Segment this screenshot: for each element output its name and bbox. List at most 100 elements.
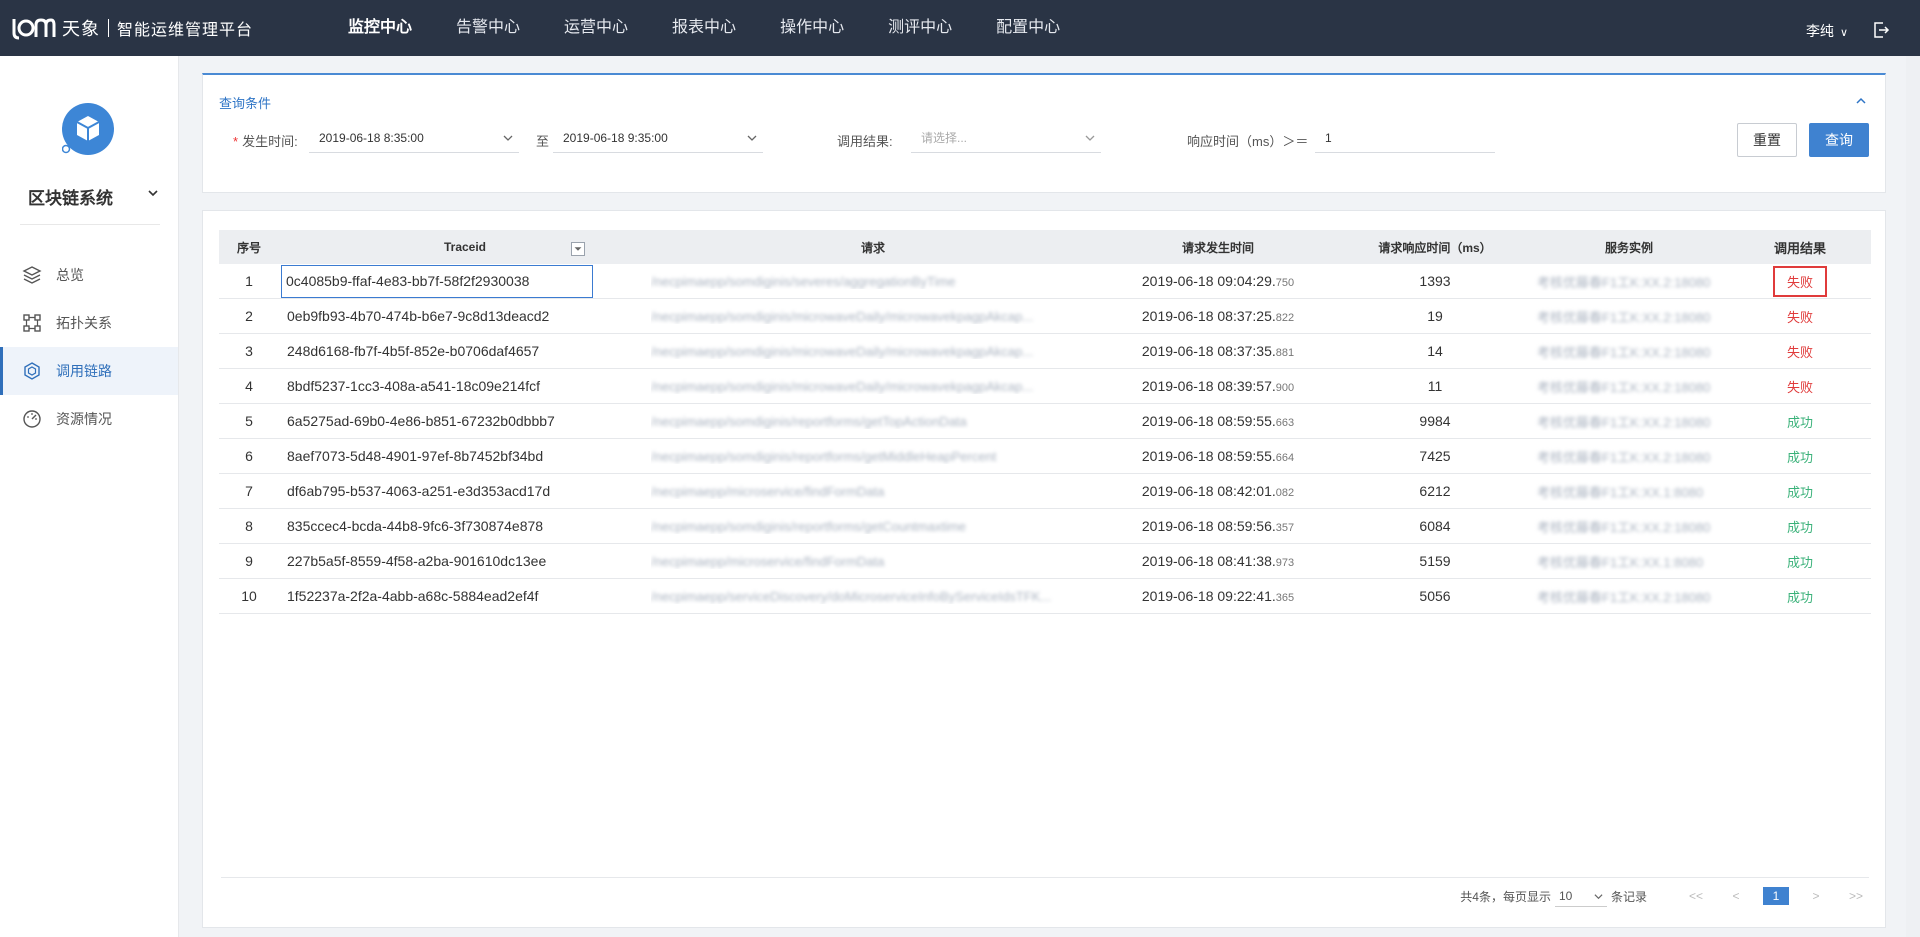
instance-cell: 考核优藤春F1工K:XX.2:18080 (1529, 272, 1729, 291)
instance-cell: 考核优藤春F1工K:XX.1:8080 (1529, 482, 1729, 501)
result-cell: 成功 (1729, 517, 1871, 536)
traceid-cell[interactable]: 835ccec4-bcda-44b8-9fc6-3f730874e878 (279, 518, 651, 534)
traceid-text[interactable]: df6ab795-b537-4063-a251-e3d353acd17d (287, 483, 550, 499)
result-cell: 成功 (1729, 482, 1871, 501)
call-result-select[interactable]: 请选择... (911, 123, 1101, 153)
sidebar-item-topology[interactable]: 拓扑关系 (0, 299, 178, 347)
resp-time-cell: 19 (1427, 308, 1443, 324)
traceid-cell[interactable]: 0eb9fb93-4b70-474b-b6e7-9c8d13deacd2 (279, 308, 651, 324)
range-to-label: 至 (536, 134, 550, 149)
traceid-cell[interactable]: 8bdf5237-1cc3-408a-a541-18c09e214fcf (279, 378, 651, 394)
brand-name: 天象 (62, 19, 100, 39)
traceid-cell[interactable]: 6a5275ad-69b0-4e86-b851-67232b0dbbb7 (279, 413, 651, 429)
chevron-down-icon[interactable] (146, 186, 160, 200)
prev-page-button[interactable]: < (1723, 889, 1749, 903)
traceid-text[interactable]: 1f52237a-2f2a-4abb-a68c-5884ead2ef4f (287, 588, 538, 604)
traceid-text[interactable]: 8bdf5237-1cc3-408a-a541-18c09e214fcf (287, 378, 540, 394)
request-time-ms: 973 (1275, 557, 1295, 569)
row-index: 2 (245, 308, 253, 324)
nav-action[interactable]: 操作中心 (758, 0, 866, 56)
first-page-button[interactable]: << (1683, 889, 1709, 903)
table-row[interactable]: 2 0eb9fb93-4b70-474b-b6e7-9c8d13deacd2/ne… (219, 299, 1871, 334)
resp-time-cell: 6084 (1419, 518, 1451, 534)
resp-time-cell: 7425 (1419, 448, 1451, 464)
nav-monitor[interactable]: 监控中心 (326, 0, 434, 56)
row-index: 1 (245, 273, 253, 289)
request-time: 2019-06-18 09:04:29. (1141, 273, 1276, 289)
sidebar-item-overview[interactable]: 总览 (0, 251, 178, 299)
resp-time-input[interactable]: 1 (1315, 123, 1495, 153)
request-cell: /necpimaepp/microservice/findFormData (651, 553, 1095, 569)
request-time: 2019-06-18 08:59:55. (1141, 448, 1276, 464)
reset-button[interactable]: 重置 (1737, 123, 1797, 157)
request-time: 2019-06-18 08:37:35. (1141, 343, 1276, 359)
request-path: /necpimaepp/somdiginis/reportforms/getCo… (651, 519, 967, 534)
traceid-text[interactable]: 0eb9fb93-4b70-474b-b6e7-9c8d13deacd2 (287, 308, 549, 324)
request-cell: /necpimaepp/microservice/findFormData (651, 483, 1095, 499)
request-cell: /necpimaepp/somdiginis/microwaveDaily/mi… (651, 308, 1095, 324)
request-time-cell: 2019-06-18 08:59:55.664 (1095, 448, 1341, 464)
traceid-cell[interactable]: 0c4085b9-ffaf-4e83-bb7f-58f2f2930038 (279, 264, 651, 298)
page-size-select[interactable]: 10 (1554, 885, 1607, 907)
page-button-current[interactable]: 1 (1763, 887, 1789, 905)
last-page-button[interactable]: >> (1843, 889, 1869, 903)
request-time: 2019-06-18 08:37:25. (1141, 308, 1276, 324)
nav-evaluation[interactable]: 测评中心 (866, 0, 974, 56)
traceid-text[interactable]: 227b5a5f-8559-4f58-a2ba-901610dc13ee (287, 553, 546, 569)
logout-icon[interactable] (1872, 21, 1890, 39)
traceid-cell-selected[interactable]: 0c4085b9-ffaf-4e83-bb7f-58f2f2930038 (281, 264, 593, 298)
table-row[interactable]: 10 1f52237a-2f2a-4abb-a68c-5884ead2ef4f/n… (219, 579, 1871, 614)
traceid-cell[interactable]: 227b5a5f-8559-4f58-a2ba-901610dc13ee (279, 553, 651, 569)
table-row[interactable]: 5 6a5275ad-69b0-4e86-b851-67232b0dbbb7/ne… (219, 404, 1871, 439)
table-row[interactable]: 8 835ccec4-bcda-44b8-9fc6-3f730874e878/ne… (219, 509, 1871, 544)
row-index: 4 (245, 378, 253, 394)
traceid-text[interactable]: 6a5275ad-69b0-4e86-b851-67232b0dbbb7 (287, 413, 555, 429)
table-row[interactable]: 3 248d6168-fb7f-4b5f-852e-b0706daf4657/ne… (219, 334, 1871, 369)
start-time-input[interactable]: 2019-06-18 8:35:00 (309, 123, 519, 153)
request-path: /necpimaepp/somdiginis/severes/aggregati… (651, 274, 956, 289)
instance-name: 考核优藤春F1工K:XX.2:18080 (1537, 379, 1711, 395)
nav-config[interactable]: 配置中心 (974, 0, 1082, 56)
request-time-ms: 357 (1275, 522, 1295, 534)
table-row[interactable]: 7 df6ab795-b537-4063-a251-e3d353acd17d/ne… (219, 474, 1871, 509)
page-scrollbar[interactable] (1906, 56, 1920, 937)
end-time-input[interactable]: 2019-06-18 9:35:00 (553, 123, 763, 153)
sidebar-item-resources[interactable]: 资源情况 (0, 395, 178, 443)
chevron-down-icon: ∨ (1839, 27, 1848, 39)
nav-alarm[interactable]: 告警中心 (434, 0, 542, 56)
search-button[interactable]: 查询 (1809, 123, 1869, 157)
traceid-text[interactable]: 8aef7073-5d48-4901-97ef-8b7452bf34bd (287, 448, 543, 464)
system-selector-label[interactable]: 区块链系统 (28, 184, 113, 209)
result-cell-selected[interactable]: 失败 (1772, 265, 1827, 297)
instance-cell: 考核优藤春F1工K:XX.2:18080 (1529, 342, 1729, 361)
traceid-cell[interactable]: df6ab795-b537-4063-a251-e3d353acd17d (279, 483, 651, 499)
table-row[interactable]: 6 8aef7073-5d48-4901-97ef-8b7452bf34bd/ne… (219, 439, 1871, 474)
chevron-up-icon[interactable] (1855, 95, 1867, 107)
traceid-text[interactable]: 248d6168-fb7f-4b5f-852e-b0706daf4657 (287, 343, 539, 359)
sidebar-item-call-chain[interactable]: 调用链路 (0, 347, 178, 395)
traceid-text[interactable]: 835ccec4-bcda-44b8-9fc6-3f730874e878 (287, 518, 543, 534)
request-cell: /necpimaepp/somdiginis/microwaveDaily/mi… (651, 378, 1095, 394)
request-time-ms: 663 (1275, 417, 1295, 429)
pager-divider (221, 877, 1869, 878)
result-cell: 失败 (1729, 342, 1871, 361)
call-chain-table: 序号 Traceid 请求 请求发生时间 请求响应时间（ms） 服务实例 调用结… (219, 230, 1871, 614)
chevron-down-icon (1085, 135, 1095, 141)
col-header-result: 调用结果 (1773, 240, 1826, 256)
nav-operation[interactable]: 运营中心 (542, 0, 650, 56)
col-header-idx: 序号 (236, 240, 261, 255)
traceid-cell[interactable]: 248d6168-fb7f-4b5f-852e-b0706daf4657 (279, 343, 651, 359)
traceid-cell[interactable]: 1f52237a-2f2a-4abb-a68c-5884ead2ef4f (279, 588, 651, 604)
traceid-cell[interactable]: 8aef7073-5d48-4901-97ef-8b7452bf34bd (279, 448, 651, 464)
layers-icon (22, 266, 42, 284)
user-menu[interactable]: 李纯 ∨ (1806, 0, 1848, 56)
cube-icon (24, 362, 40, 380)
table-row[interactable]: 4 8bdf5237-1cc3-408a-a541-18c09e214fcf/ne… (219, 369, 1871, 404)
table-row[interactable]: 1 0c4085b9-ffaf-4e83-bb7f-58f2f2930038/ne… (219, 264, 1871, 299)
table-row[interactable]: 9 227b5a5f-8559-4f58-a2ba-901610dc13ee/ne… (219, 544, 1871, 579)
filter-dropdown-icon[interactable] (571, 242, 585, 256)
next-page-button[interactable]: > (1803, 889, 1829, 903)
chevron-down-icon (747, 135, 757, 141)
request-time-cell: 2019-06-18 08:39:57.900 (1095, 378, 1341, 394)
nav-report[interactable]: 报表中心 (650, 0, 758, 56)
